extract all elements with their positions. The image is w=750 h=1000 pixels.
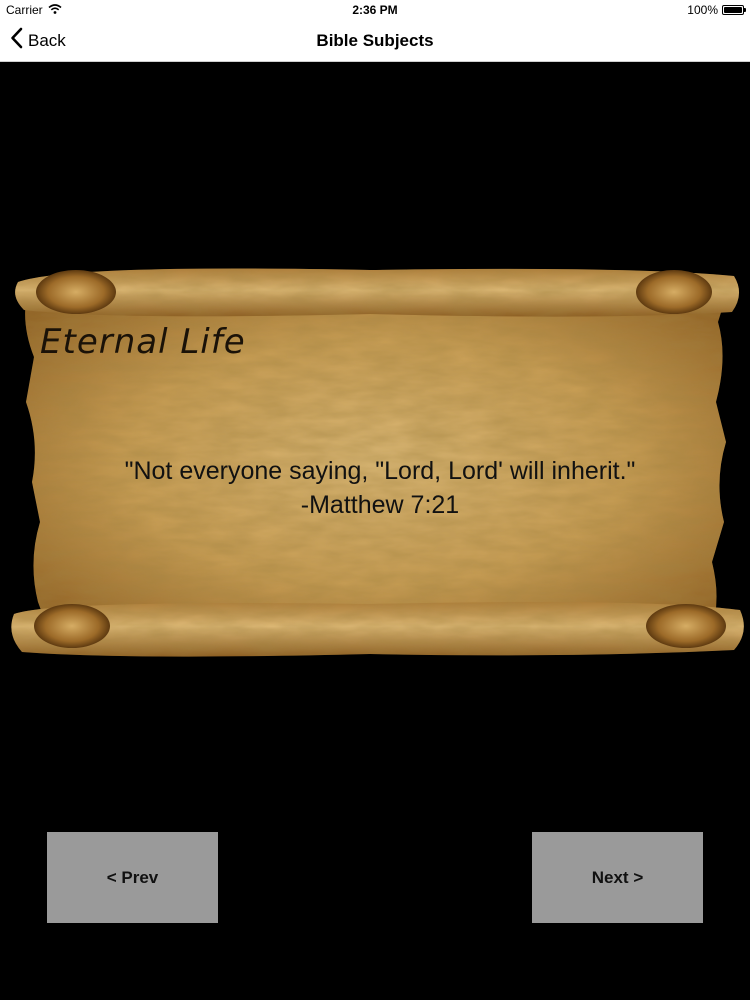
prev-button[interactable]: < Prev <box>47 832 218 923</box>
screen: Carrier 2:36 PM 100% Back Bible Subjects… <box>0 0 750 1000</box>
status-time: 2:36 PM <box>352 3 398 17</box>
status-bar: Carrier 2:36 PM 100% <box>0 0 750 20</box>
battery-icon <box>722 5 746 15</box>
next-button[interactable]: Next > <box>532 832 703 923</box>
verse-text: "Not everyone saying, "Lord, Lord' will … <box>124 457 636 485</box>
battery-fill <box>724 7 742 13</box>
verse-quote: "Not everyone saying, "Lord, Lord' will … <box>50 454 710 522</box>
page-title: Bible Subjects <box>316 31 434 50</box>
status-right: 100% <box>687 3 746 17</box>
verse-reference: -Matthew 7:21 <box>300 491 460 519</box>
subject-heading: Eternal Life <box>40 322 246 362</box>
navigation-bar: Back Bible Subjects <box>0 20 750 62</box>
parchment-scroll: Eternal Life "Not everyone saying, "Lord… <box>10 262 745 660</box>
battery-percent: 100% <box>687 3 718 17</box>
